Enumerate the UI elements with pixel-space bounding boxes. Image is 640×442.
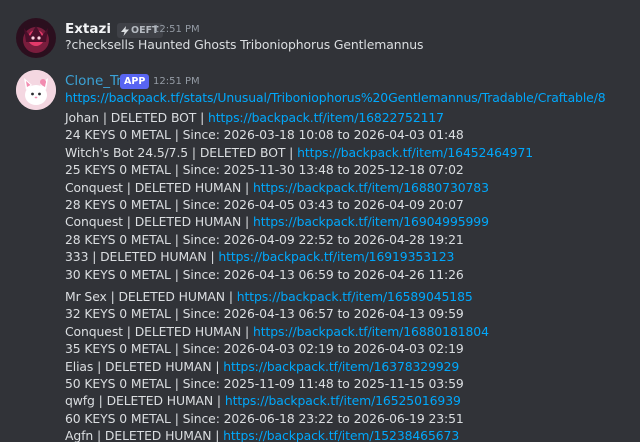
timestamp[interactable]: 12:51 PM <box>153 76 200 87</box>
entry-seller-line: Agfn | DELETED HUMAN | https://backpack.… <box>65 427 459 442</box>
avatar-clone-tri[interactable] <box>16 70 56 110</box>
entry-seller: 333 | DELETED HUMAN | <box>65 249 219 265</box>
stats-link[interactable]: https://backpack.tf/stats/Unusual/Tribon… <box>65 89 606 106</box>
entry-detail: 24 KEYS 0 METAL | Since: 2026-03-18 10:0… <box>65 127 464 143</box>
entry-seller: Mr Sex | DELETED HUMAN | <box>65 289 237 304</box>
entry-link[interactable]: https://backpack.tf/item/16378329929 <box>223 359 459 374</box>
entry-link[interactable]: https://backpack.tf/item/15238465673 <box>223 428 459 442</box>
timestamp[interactable]: 12:51 PM <box>153 24 200 35</box>
message-content: ?checksells Haunted Ghosts Triboniophoru… <box>65 37 424 52</box>
stats-url[interactable]: https://backpack.tf/stats/Unusual/Tribon… <box>65 90 606 105</box>
author-name[interactable]: Clone_Tri <box>65 73 126 89</box>
message-clone-tri: Clone_Tri APP 12:51 PM https://backpack.… <box>0 70 640 442</box>
entry-link[interactable]: https://backpack.tf/item/16589045185 <box>237 289 473 304</box>
entry-seller-line: Mr Sex | DELETED HUMAN | https://backpac… <box>65 288 473 305</box>
avatar-extazi[interactable] <box>16 18 56 58</box>
entry-seller: Elias | DELETED HUMAN | <box>65 358 224 374</box>
entry-link[interactable]: https://backpack.tf/item/16904995999 <box>253 214 489 229</box>
entry-seller: Conquest | DELETED HUMAN | <box>65 323 253 339</box>
entry-detail: 50 KEYS 0 METAL | Since: 2025-11-09 11:4… <box>65 376 464 391</box>
entry-link[interactable]: https://backpack.tf/item/16880181804 <box>253 324 489 339</box>
entry-seller: Johan | DELETED BOT | <box>65 110 209 125</box>
entry-detail: 32 KEYS 0 METAL | Since: 2026-04-13 06:5… <box>65 306 464 322</box>
entry-seller-line: Conquest | DELETED HUMAN | https://backp… <box>65 213 489 230</box>
entry-detail: 25 KEYS 0 METAL | Since: 2025-11-30 13:4… <box>65 162 464 178</box>
entry-seller-line: 333 | DELETED HUMAN | https://backpack.t… <box>65 248 454 265</box>
entry-link[interactable]: https://backpack.tf/item/16822752117 <box>208 110 444 125</box>
entry-seller: Conquest | DELETED HUMAN | <box>65 179 253 195</box>
message-extazi: Extazi OEFT 12:51 PM ?checksells Haunted… <box>0 0 640 70</box>
entry-seller: Agfn | DELETED HUMAN | <box>65 428 224 442</box>
entry-link[interactable]: https://backpack.tf/item/16919353123 <box>218 249 454 264</box>
entry-seller-line: Elias | DELETED HUMAN | https://backpack… <box>65 358 459 375</box>
entry-seller: Witch's Bot 24.5/7.5 | DELETED BOT | <box>65 144 298 160</box>
entry-detail: 60 KEYS 0 METAL | Since: 2026-06-18 23:2… <box>65 410 464 426</box>
entry-seller-line: qwfg | DELETED HUMAN | https://backpack.… <box>65 392 461 409</box>
entry-seller: Conquest | DELETED HUMAN | <box>65 214 253 230</box>
author-name[interactable]: Extazi <box>65 21 111 37</box>
entry-link[interactable]: https://backpack.tf/item/16452464971 <box>297 145 533 160</box>
app-badge: APP <box>120 74 150 89</box>
entry-link[interactable]: https://backpack.tf/item/16525016939 <box>225 393 461 408</box>
entry-detail: 35 KEYS 0 METAL | Since: 2026-04-03 02:1… <box>65 341 464 357</box>
entry-detail: 30 KEYS 0 METAL | Since: 2026-04-13 06:5… <box>65 266 464 282</box>
entry-seller-line: Johan | DELETED BOT | https://backpack.t… <box>65 109 444 126</box>
entry-seller: qwfg | DELETED HUMAN | <box>65 393 225 409</box>
entry-seller-line: Conquest | DELETED HUMAN | https://backp… <box>65 179 489 196</box>
entry-link[interactable]: https://backpack.tf/item/16880730783 <box>253 180 489 195</box>
entry-seller-line: Conquest | DELETED HUMAN | https://backp… <box>65 323 489 340</box>
entry-detail: 28 KEYS 0 METAL | Since: 2026-04-05 03:4… <box>65 197 464 212</box>
entry-seller-line: Witch's Bot 24.5/7.5 | DELETED BOT | htt… <box>65 144 533 161</box>
entry-detail: 28 KEYS 0 METAL | Since: 2026-04-09 22:5… <box>65 231 464 247</box>
lightning-icon <box>121 25 129 36</box>
